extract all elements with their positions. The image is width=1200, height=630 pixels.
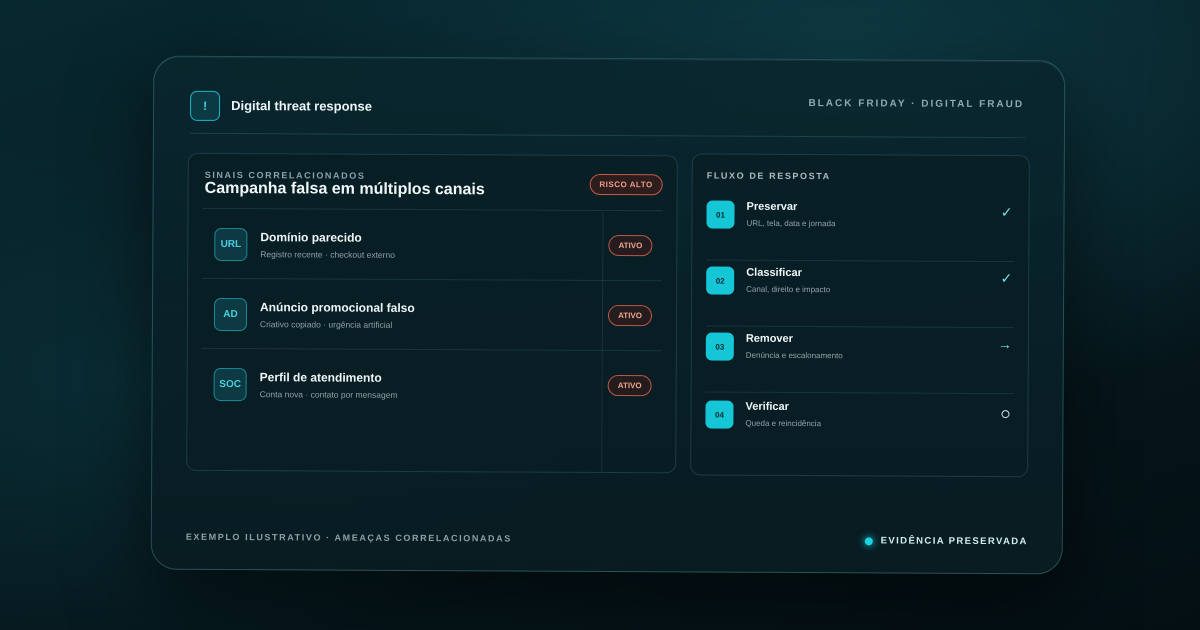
header-divider [189, 132, 1026, 139]
evidence-status: EVIDÊNCIA PRESERVADA [864, 535, 1028, 548]
step-number: 02 [706, 266, 735, 295]
evidence-status-label: EVIDÊNCIA PRESERVADA [880, 535, 1028, 548]
signals-title: Campanha falsa em múltiplos canais [204, 179, 485, 199]
signal-name: Anúncio promocional falso [259, 300, 415, 315]
step-number: 03 [705, 332, 734, 361]
step-name: Remover [745, 332, 793, 345]
signal-item[interactable]: AD Anúncio promocional falso Criativo co… [201, 277, 663, 351]
signal-description: Criativo copiado · urgência artificial [259, 319, 393, 330]
ad-icon: AD [213, 297, 248, 332]
status-dot-icon [864, 536, 873, 545]
step-description: URL, tela, data e jornada [746, 218, 836, 229]
campaign-tag: BLACK FRIDAY · DIGITAL FRAUD [808, 98, 1025, 111]
status-badge: ATIVO [608, 305, 653, 327]
flow-step[interactable]: 02 Classificar Canal, direito e impacto … [705, 260, 1015, 329]
flow-label: FLUXO DE RESPOSTA [706, 170, 831, 182]
step-name: Classificar [746, 266, 802, 280]
signal-item[interactable]: SOC Perfil de atendimento Conta nova · c… [201, 347, 662, 421]
step-number: 04 [705, 400, 734, 429]
response-flow-panel: FLUXO DE RESPOSTA 01 Preservar URL, tela… [690, 153, 1030, 478]
social-icon: SOC [213, 367, 247, 402]
status-badge: ATIVO [608, 235, 653, 257]
step-description: Queda e reincidência [745, 418, 822, 429]
flow-step[interactable]: 04 Verificar Queda e reincidência [705, 395, 1013, 463]
signal-description: Registro recente · checkout externo [260, 249, 395, 260]
threat-response-card: ! Digital threat response BLACK FRIDAY ·… [150, 55, 1066, 575]
step-name: Preservar [746, 200, 798, 213]
flow-step[interactable]: 03 Remover Denúncia e escalonamento → [705, 326, 1014, 395]
signals-panel: SINAIS CORRELACIONADOS Campanha falsa em… [186, 152, 678, 474]
step-description: Denúncia e escalonamento [745, 350, 843, 361]
check-icon: ✓ [1000, 270, 1013, 287]
risk-badge: RISCO ALTO [589, 173, 663, 196]
check-icon: ✓ [1000, 204, 1013, 221]
card-title: Digital threat response [231, 98, 373, 114]
footer-note: EXEMPLO ILUSTRATIVO · AMEAÇAS CORRELACIO… [185, 531, 512, 544]
pending-circle-icon [1001, 410, 1010, 419]
step-name: Verificar [745, 400, 789, 413]
step-number: 01 [706, 200, 735, 229]
signal-name: Perfil de atendimento [259, 370, 382, 385]
signal-description: Conta nova · contato por mensagem [259, 389, 398, 400]
step-description: Canal, direito e impacto [746, 284, 831, 295]
url-icon: URL [214, 227, 248, 262]
alert-icon: ! [190, 90, 221, 121]
card-header: ! Digital threat response BLACK FRIDAY ·… [190, 90, 1025, 129]
status-badge: ATIVO [607, 374, 652, 397]
signal-name: Domínio parecido [260, 230, 362, 245]
flow-step[interactable]: 01 Preservar URL, tela, data e jornada ✓ [706, 194, 1015, 263]
arrow-right-icon: → [997, 336, 1012, 353]
signal-item[interactable]: URL Domínio parecido Registro recente · … [202, 207, 663, 281]
